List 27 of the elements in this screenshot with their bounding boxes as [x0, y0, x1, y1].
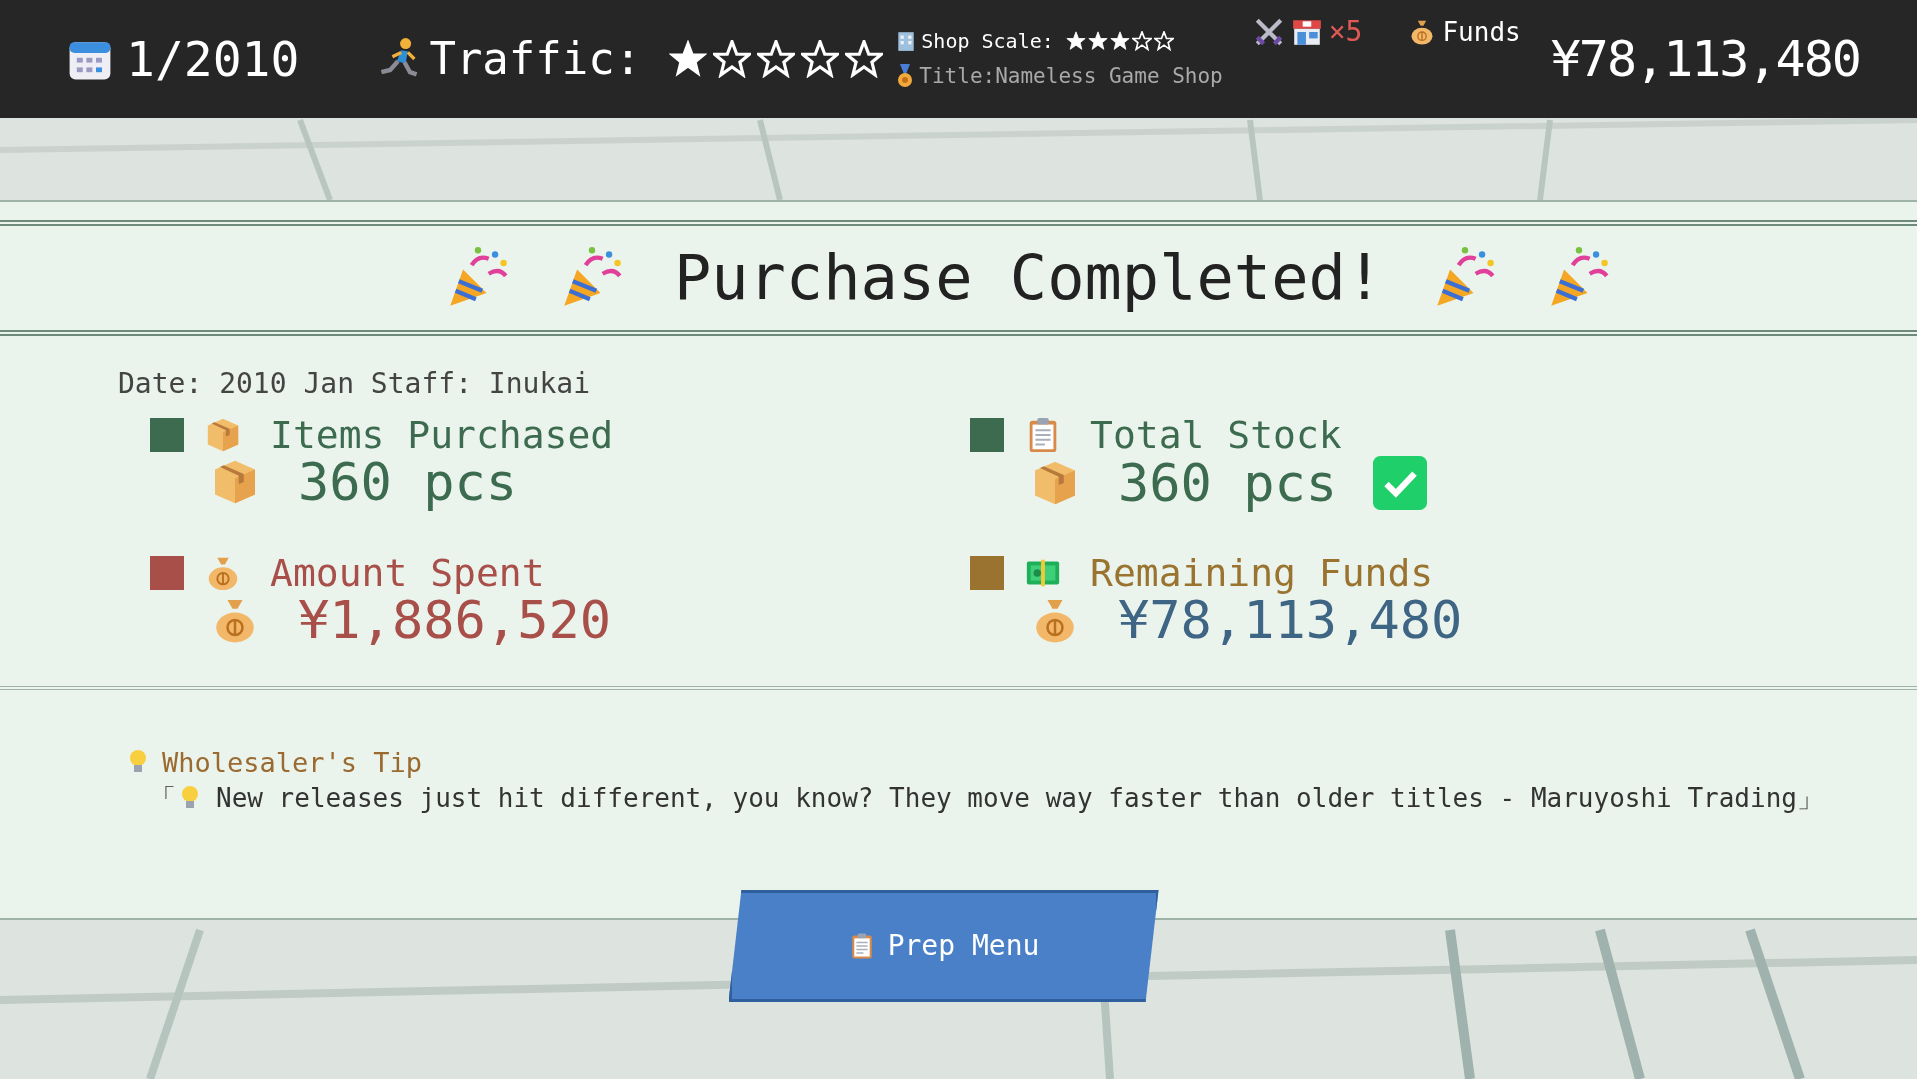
stat-label: Amount Spent	[270, 554, 545, 592]
stat-value: ¥78,113,480	[1118, 594, 1463, 646]
empty-star-icon	[757, 40, 796, 78]
filled-star-icon	[669, 40, 708, 78]
filled-star-icon	[1065, 31, 1086, 51]
prep-menu-button[interactable]: Prep Menu	[728, 890, 1159, 1002]
filled-star-icon	[1087, 31, 1108, 51]
funds-label: Funds	[1442, 19, 1521, 45]
date-staff-text: Date: 2010 Jan Staff: Inukai	[118, 370, 591, 398]
stat-value: ¥1,886,520	[298, 594, 612, 646]
empty-star-icon	[845, 40, 884, 78]
funds-amount: ¥78,113,480	[1550, 34, 1860, 84]
stat-label: Items Purchased	[270, 416, 614, 454]
tip-heading: Wholesaler's Tip	[162, 748, 423, 776]
date-text: 1/2010	[126, 35, 300, 83]
stat-label: Remaining Funds	[1090, 554, 1434, 592]
empty-star-icon	[713, 40, 752, 78]
shop-scale-label: Shop Scale:	[921, 31, 1054, 51]
traffic-label: Traffic:	[429, 37, 642, 81]
stat-label: Total Stock	[1090, 416, 1342, 454]
empty-star-icon	[1153, 31, 1174, 51]
quote-mark: 「	[150, 785, 176, 811]
filled-star-icon	[1109, 31, 1130, 51]
empty-star-icon	[801, 40, 840, 78]
shop-title: Title:Nameless Game Shop	[919, 65, 1223, 87]
store-count: ×5	[1328, 18, 1363, 46]
tip-text: New releases just hit different, you know? They move way faster than older titles - Maruyoshi Trading」	[216, 785, 1823, 811]
